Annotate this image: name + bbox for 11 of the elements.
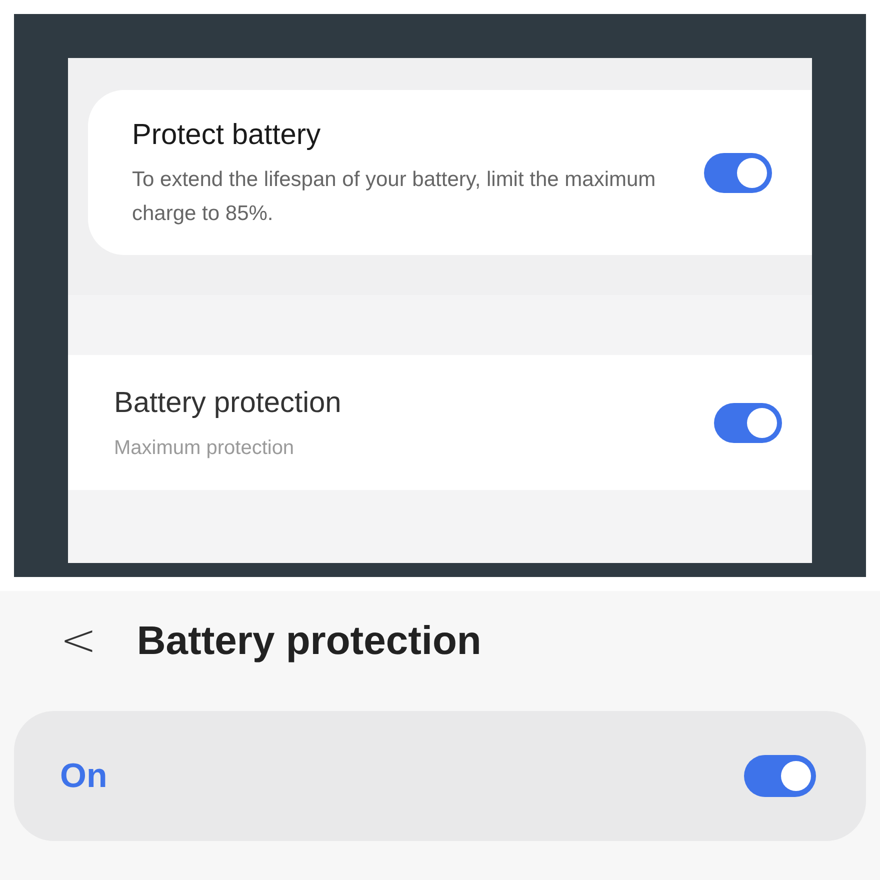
setting-title: Battery protection	[114, 386, 342, 421]
master-switch-row[interactable]: On	[14, 711, 866, 841]
toggle-switch[interactable]	[714, 402, 782, 442]
toggle-switch[interactable]	[704, 152, 772, 192]
back-button[interactable]: <	[60, 608, 97, 674]
setting-title: Protect battery	[132, 118, 322, 153]
setting-description: To extend the lifespan of your battery, limit the maximum charge to 85%.	[132, 167, 657, 228]
setting-subtitle: Maximum protection	[114, 436, 296, 462]
toggle-switch[interactable]	[744, 755, 816, 797]
screen-title: Battery protection	[136, 618, 482, 665]
switch-label: On	[60, 756, 108, 796]
